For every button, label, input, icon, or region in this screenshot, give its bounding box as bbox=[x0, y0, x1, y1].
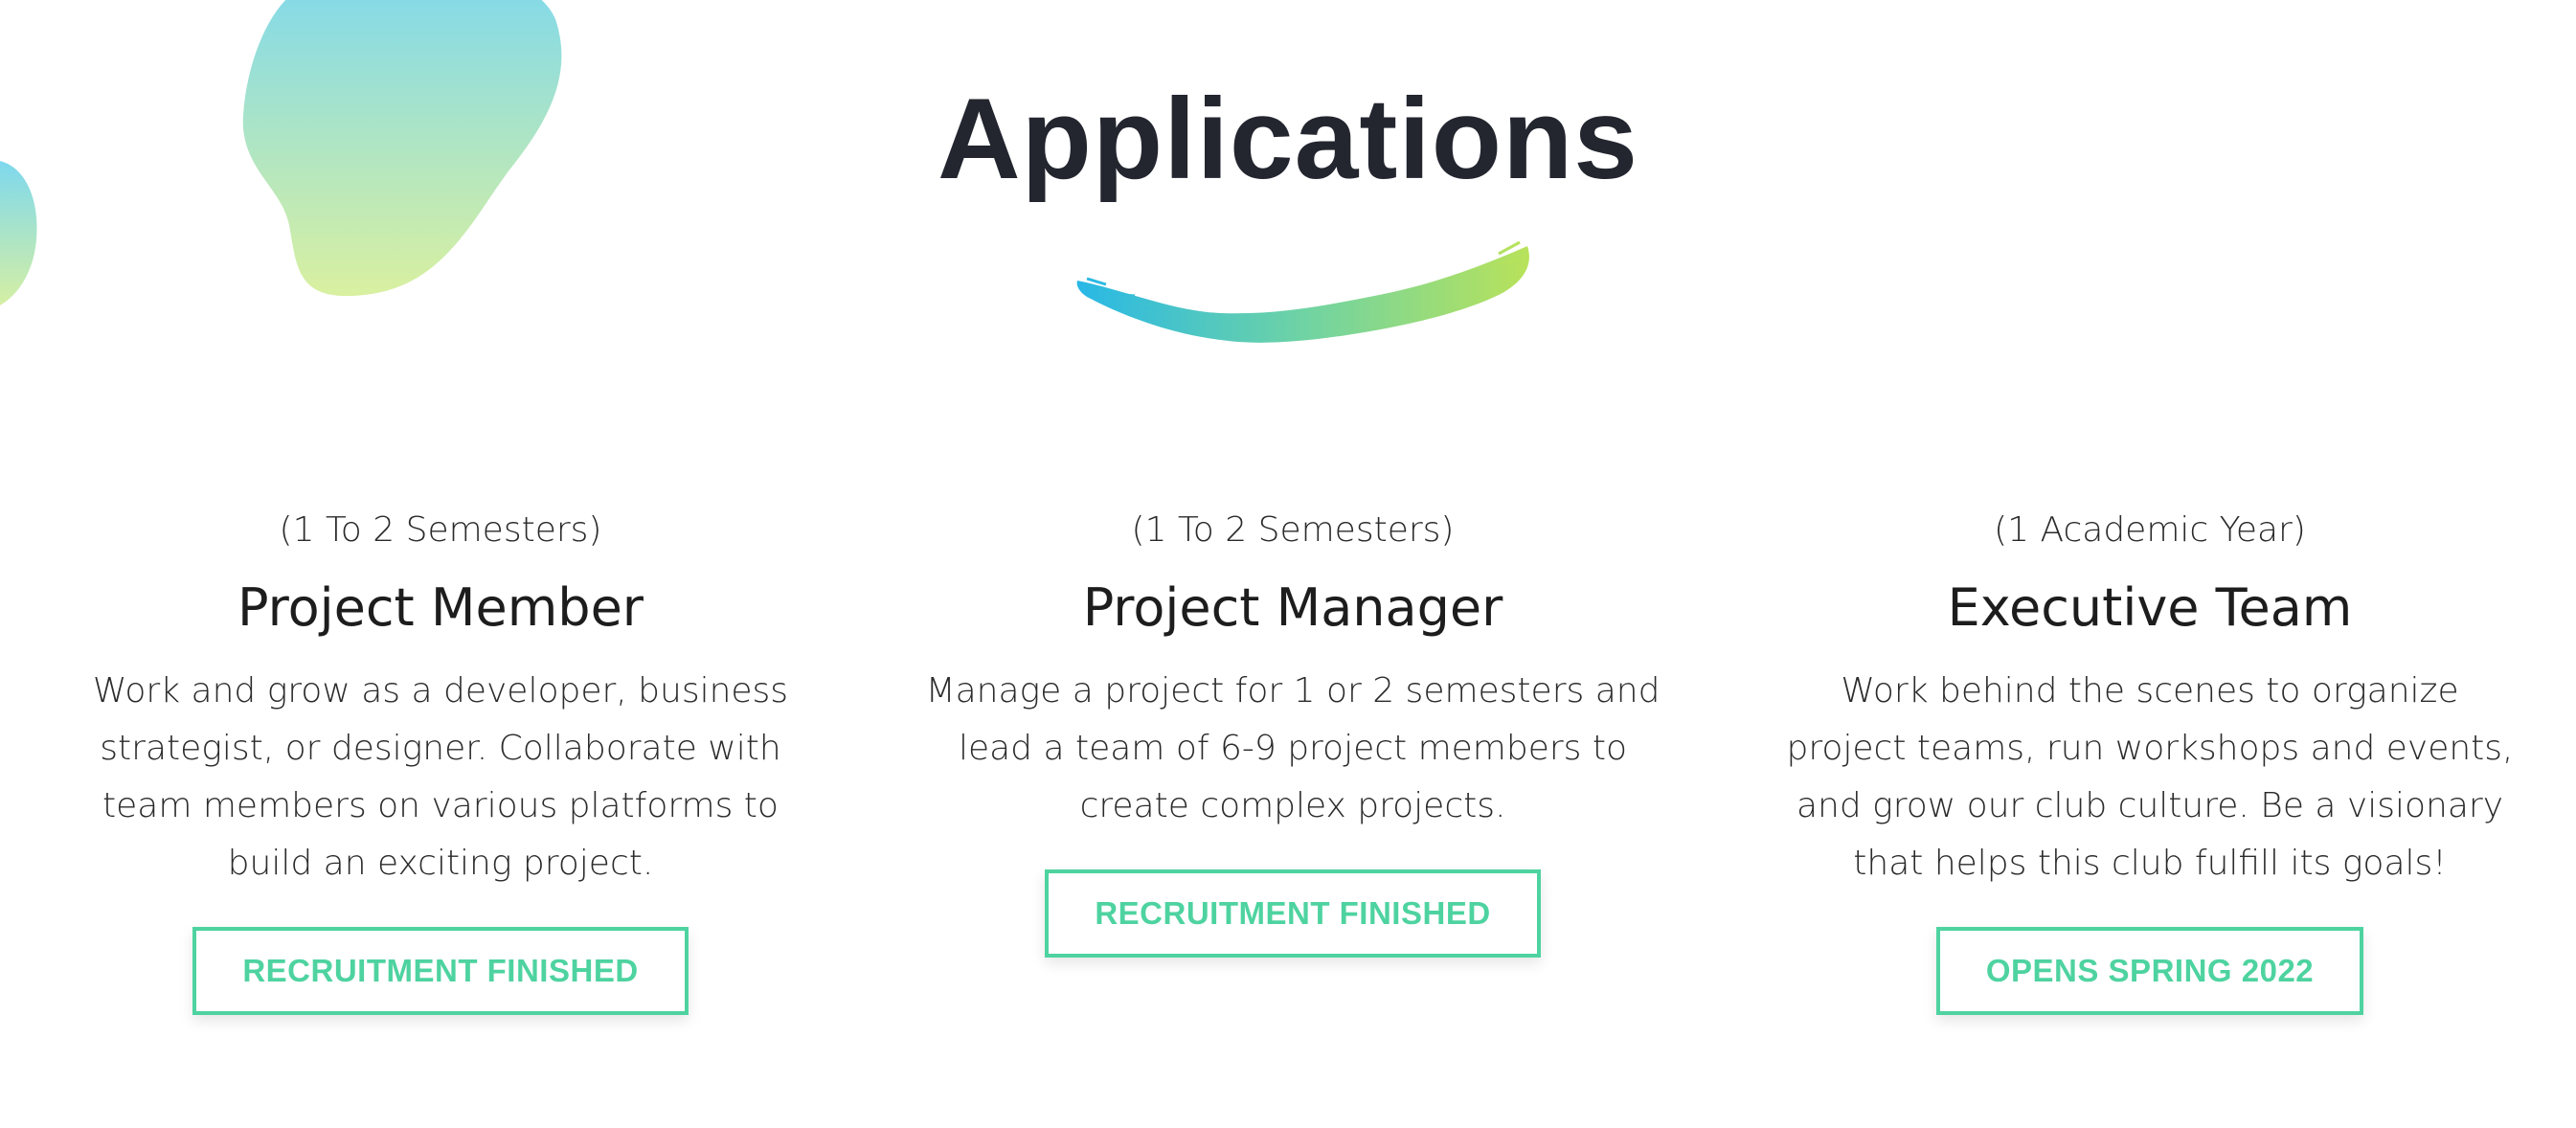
recruitment-finished-button[interactable]: RECRUITMENT FINISHED bbox=[192, 927, 689, 1015]
recruitment-finished-button[interactable]: RECRUITMENT FINISHED bbox=[1045, 869, 1541, 958]
brush-stroke-underline bbox=[1076, 240, 1529, 343]
card-duration: (1 To 2 Semesters) bbox=[279, 510, 602, 550]
card-description: Work and grow as a developer, business s… bbox=[92, 671, 789, 883]
card-description: Manage a project for 1 or 2 semesters an… bbox=[925, 671, 1661, 825]
card-executive-team: (1 Academic Year) Executive Team Work be… bbox=[1772, 506, 2528, 1015]
opens-spring-button[interactable]: OPENS SPRING 2022 bbox=[1935, 927, 2364, 1015]
card-role-title: Executive Team bbox=[1947, 577, 2353, 638]
card-project-member: (1 To 2 Semesters) Project Member Work a… bbox=[62, 506, 819, 1015]
card-role-title: Project Manager bbox=[1082, 577, 1503, 638]
applications-section: Applications (1 To 2 Semesters) Project … bbox=[0, 0, 2576, 1128]
page-title: Applications bbox=[937, 75, 1639, 203]
card-duration: (1 Academic Year) bbox=[1994, 510, 2306, 550]
card-duration: (1 To 2 Semesters) bbox=[1131, 510, 1455, 550]
card-project-manager: (1 To 2 Semesters) Project Manager Manag… bbox=[915, 506, 1671, 958]
card-role-title: Project Member bbox=[237, 577, 644, 638]
card-description: Work behind the scenes to organize proje… bbox=[1786, 671, 2514, 883]
